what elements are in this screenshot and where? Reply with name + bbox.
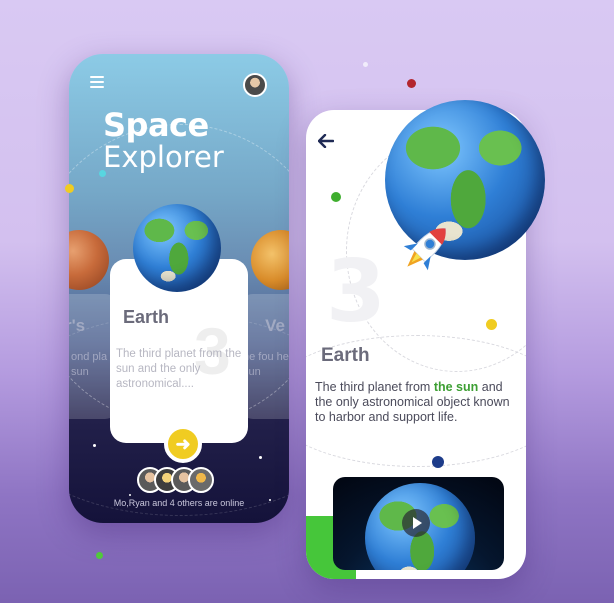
avatar: [188, 467, 214, 493]
earth-planet[interactable]: [133, 204, 221, 292]
app-title-line2: Explorer: [103, 140, 224, 174]
planet-number: 3: [326, 242, 386, 342]
space-explorer-screen: Space Explorer r's Ve ond pla sun he fou…: [69, 54, 289, 523]
decor-dot-green: [331, 192, 341, 202]
prev-planet-name: r's: [69, 316, 86, 335]
planet-name: Earth: [321, 345, 370, 366]
decor-dot-yellow: [486, 319, 497, 330]
decor-dot-navy: [432, 456, 444, 468]
decor-dot-green-2: [96, 552, 103, 559]
arrow-left-icon[interactable]: [318, 134, 334, 148]
star: [129, 494, 131, 496]
online-status-text: Mo,Ryan and 4 others are online: [113, 498, 245, 508]
decor-dot-cyan: [99, 170, 106, 177]
next-arrow-button[interactable]: ➜: [164, 425, 202, 463]
user-avatar[interactable]: [243, 73, 267, 97]
planet-video[interactable]: [333, 477, 504, 570]
next-planet-name: Ve: [265, 316, 285, 335]
play-icon[interactable]: [402, 509, 430, 537]
next-planet-desc: he fou he sun: [243, 351, 289, 378]
decor-dot-yellow-2: [65, 184, 74, 193]
decor-dot-white: [363, 62, 368, 67]
planet-description: The third planet from the sun and the on…: [315, 380, 523, 425]
decor-dot-red: [407, 79, 416, 88]
description-highlight: the sun: [433, 380, 479, 394]
star: [259, 456, 262, 459]
app-title-line1: Space: [103, 106, 209, 144]
arrow-right-icon: ➜: [175, 434, 191, 454]
planet-description: The third planet from the sun and the on…: [116, 348, 242, 390]
planet-name: Earth: [123, 307, 170, 327]
description-text: The third planet from: [315, 380, 434, 394]
rocket-icon: [403, 227, 447, 271]
hamburger-icon[interactable]: [90, 76, 104, 88]
star: [93, 444, 96, 447]
